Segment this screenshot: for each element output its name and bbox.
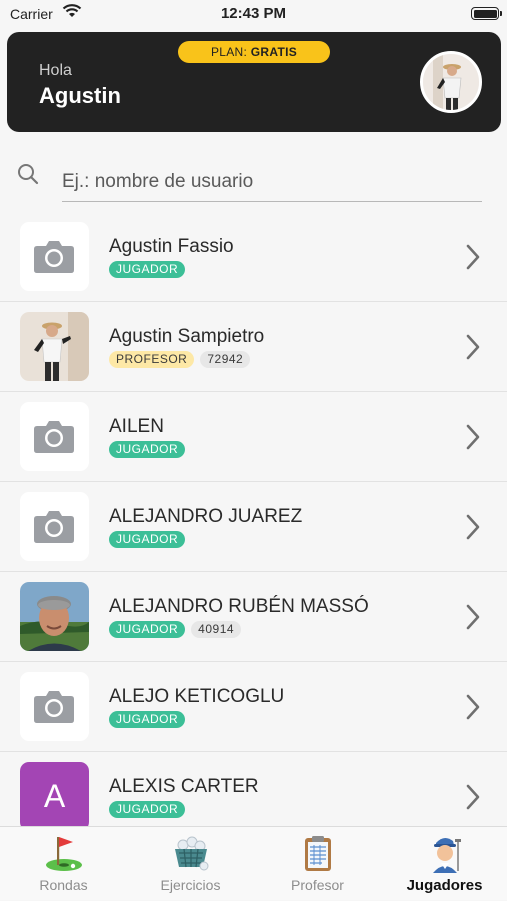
user-header-card: PLAN: GRATIS Hola Agustin [7, 32, 501, 132]
search-icon [16, 162, 40, 191]
camera-icon [33, 238, 75, 279]
user-name: AILEN [109, 416, 164, 437]
avatar [20, 582, 89, 651]
role-badge: JUGADOR [109, 621, 186, 638]
avatar-letter: A [43, 778, 66, 814]
user-list: Agustin Fassio JUGADOR Agustin Sampietro… [0, 212, 507, 826]
plan-prefix: PLAN: [210, 45, 248, 59]
golfer-icon [424, 833, 466, 873]
avatar: A [20, 762, 89, 826]
status-bar: Carrier 12:43 PM [0, 0, 507, 28]
tab-label: Ejercicios [160, 877, 221, 893]
golf-flag-icon [43, 833, 85, 873]
avatar [20, 402, 89, 471]
user-name: ALEJO KETICOGLU [109, 686, 285, 707]
tab-jugadores[interactable]: Jugadores [381, 827, 507, 901]
tab-label: Rondas [39, 877, 88, 893]
list-item[interactable]: A ALEXIS CARTER JUGADOR [0, 752, 507, 826]
list-item[interactable]: Agustin Sampietro PROFESOR 72942 [0, 302, 507, 392]
chevron-right-icon [465, 244, 481, 275]
user-code-badge: 72942 [200, 351, 251, 368]
chevron-right-icon [465, 424, 481, 455]
list-item[interactable]: ALEJANDRO JUAREZ JUGADOR [0, 482, 507, 572]
camera-icon [33, 688, 75, 729]
ball-basket-icon [170, 833, 212, 873]
user-name: Agustin Fassio [109, 236, 234, 257]
role-badge: JUGADOR [109, 711, 186, 728]
list-item[interactable]: Agustin Fassio JUGADOR [0, 212, 507, 302]
plan-badge[interactable]: PLAN: GRATIS [178, 41, 330, 63]
tab-label: Profesor [291, 877, 344, 893]
list-item[interactable]: ALEJANDRO RUBÉN MASSÓ JUGADOR 40914 [0, 572, 507, 662]
profile-avatar[interactable] [420, 51, 482, 113]
avatar [20, 222, 89, 291]
clock: 12:43 PM [220, 5, 287, 22]
tab-bar: Rondas Ejercicios Profesor Jugadores [0, 826, 507, 900]
tab-label: Jugadores [406, 877, 483, 894]
role-badge: JUGADOR [109, 531, 186, 548]
role-badge: JUGADOR [109, 441, 186, 458]
chevron-right-icon [465, 784, 481, 815]
user-name: ALEJANDRO JUAREZ [109, 506, 303, 527]
role-badge: JUGADOR [109, 801, 186, 818]
tab-profesor[interactable]: Profesor [254, 827, 381, 901]
role-badge: PROFESOR [109, 351, 195, 368]
user-code-badge: 40914 [191, 621, 242, 638]
camera-icon [33, 418, 75, 459]
plan-value: GRATIS [250, 45, 298, 59]
chevron-right-icon [465, 334, 481, 365]
greeting-text: Hola [39, 62, 72, 79]
role-badge: JUGADOR [109, 261, 186, 278]
avatar [20, 672, 89, 741]
username-text: Agustin [39, 83, 121, 108]
tab-ejercicios[interactable]: Ejercicios [127, 827, 254, 901]
chevron-right-icon [465, 604, 481, 635]
camera-icon [33, 508, 75, 549]
list-item[interactable]: AILEN JUGADOR [0, 392, 507, 482]
clipboard-icon [297, 833, 339, 873]
user-name: ALEXIS CARTER [109, 776, 259, 797]
chevron-right-icon [465, 514, 481, 545]
tab-rondas[interactable]: Rondas [0, 827, 127, 901]
user-name: ALEJANDRO RUBÉN MASSÓ [109, 596, 369, 617]
list-item[interactable]: ALEJO KETICOGLU JUGADOR [0, 662, 507, 752]
avatar [20, 492, 89, 561]
user-name: Agustin Sampietro [109, 326, 265, 347]
battery-icon [471, 7, 502, 20]
chevron-right-icon [465, 694, 481, 725]
search-bar [0, 150, 507, 206]
avatar [20, 312, 89, 381]
search-input[interactable] [62, 162, 482, 202]
